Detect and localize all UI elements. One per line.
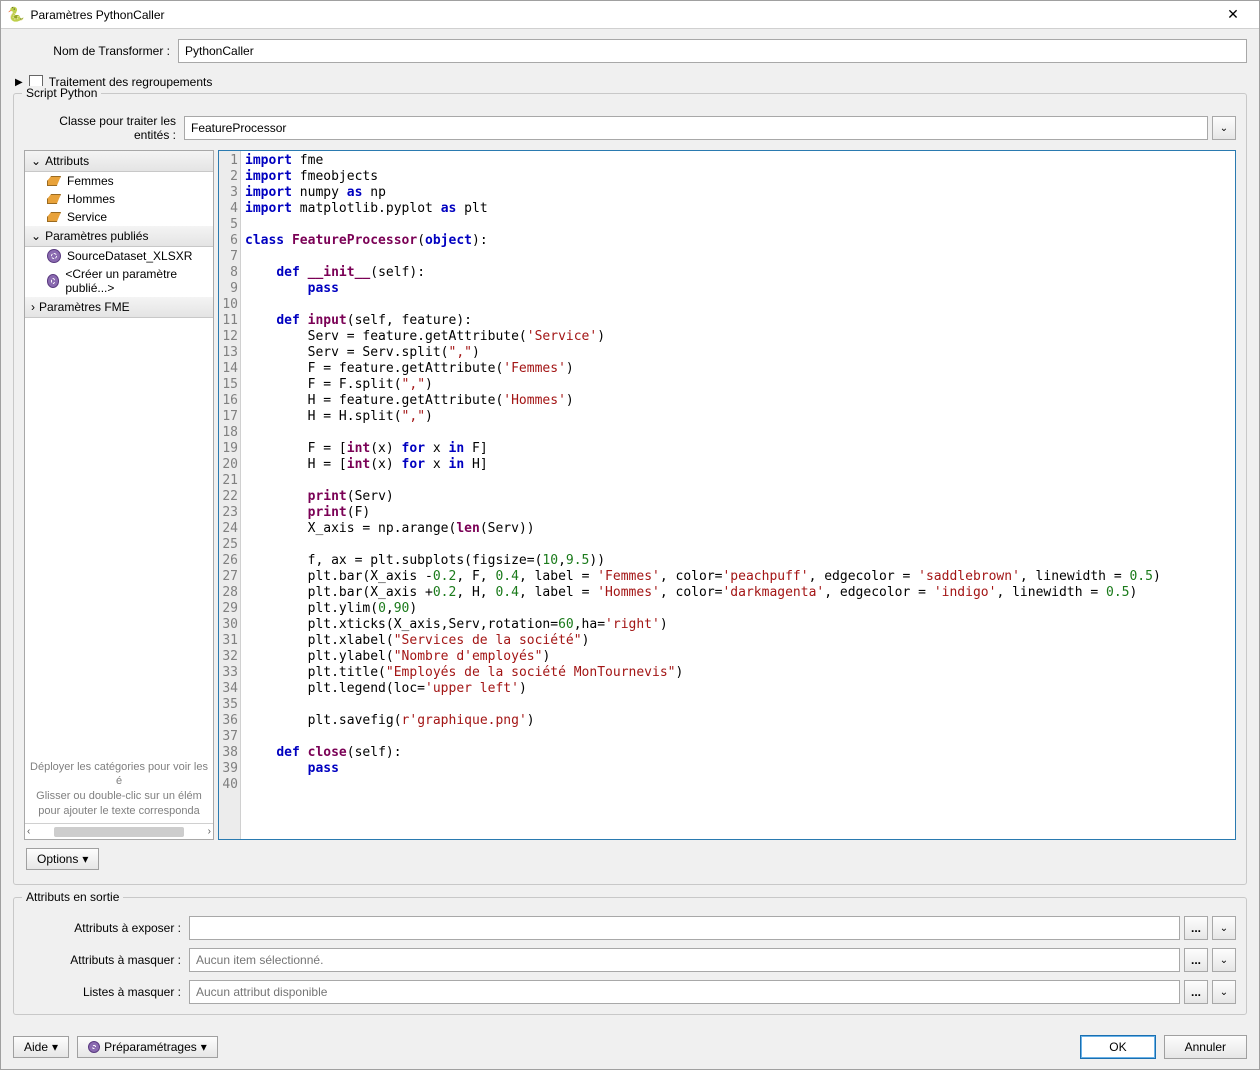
sidebar-param-create[interactable]: <Créer un paramètre publié...> bbox=[25, 265, 213, 297]
output-groupbox: Attributs en sortie Attributs à exposer … bbox=[13, 897, 1247, 1015]
presets-button[interactable]: Préparamétrages ▾ bbox=[77, 1036, 218, 1058]
chevron-down-icon: ⌄ bbox=[1220, 123, 1228, 134]
class-dropdown-button[interactable]: ⌄ bbox=[1212, 116, 1236, 140]
hide-lists-dropdown-button[interactable]: ⌄ bbox=[1212, 980, 1236, 1004]
titlebar: 🐍 Paramètres PythonCaller ✕ bbox=[1, 1, 1259, 29]
line-gutter: 1 2 3 4 5 6 7 8 9 10 11 12 13 14 15 16 1… bbox=[219, 151, 241, 839]
script-group-title: Script Python bbox=[22, 86, 101, 100]
caret-down-icon: ▾ bbox=[52, 1040, 58, 1054]
sidebar-hint: Déployer les catégories pour voir les é … bbox=[25, 754, 213, 823]
scroll-right-icon: › bbox=[208, 826, 211, 837]
hide-attrs-label: Attributs à masquer : bbox=[24, 953, 189, 967]
expose-ellipsis-button[interactable]: ... bbox=[1184, 916, 1208, 940]
parameter-icon bbox=[47, 274, 59, 288]
transformer-name-input[interactable] bbox=[178, 39, 1247, 63]
transformer-name-row: Nom de Transformer : bbox=[13, 39, 1247, 63]
parameter-icon bbox=[47, 249, 61, 263]
ellipsis-icon: ... bbox=[1191, 953, 1201, 967]
hide-attrs-ellipsis-button[interactable]: ... bbox=[1184, 948, 1208, 972]
code-editor[interactable]: 1 2 3 4 5 6 7 8 9 10 11 12 13 14 15 16 1… bbox=[218, 150, 1236, 840]
dialog-window: 🐍 Paramètres PythonCaller ✕ Nom de Trans… bbox=[0, 0, 1260, 1070]
sidebar-attr-hommes[interactable]: Hommes bbox=[25, 190, 213, 208]
output-group-title: Attributs en sortie bbox=[22, 890, 123, 904]
chevron-down-icon: ⌄ bbox=[1220, 923, 1228, 934]
close-button[interactable]: ✕ bbox=[1213, 6, 1253, 23]
sidebar: ⌄ Attributs Femmes Hommes Service bbox=[24, 150, 214, 840]
window-title: Paramètres PythonCaller bbox=[30, 8, 164, 22]
chevron-down-icon: ⌄ bbox=[31, 154, 41, 168]
options-button[interactable]: Options ▾ bbox=[26, 848, 99, 870]
chevron-down-icon: ⌄ bbox=[31, 229, 41, 243]
cancel-button[interactable]: Annuler bbox=[1164, 1035, 1247, 1059]
hide-attrs-input[interactable] bbox=[189, 948, 1180, 972]
ellipsis-icon: ... bbox=[1191, 985, 1201, 999]
caret-down-icon: ▾ bbox=[82, 852, 88, 866]
grouping-row[interactable]: ▶ Traitement des regroupements bbox=[15, 75, 1247, 89]
sidebar-attr-femmes[interactable]: Femmes bbox=[25, 172, 213, 190]
hide-lists-label: Listes à masquer : bbox=[24, 985, 189, 999]
sidebar-scrollbar[interactable]: ‹ › bbox=[25, 823, 213, 839]
sidebar-param-source[interactable]: SourceDataset_XLSXR bbox=[25, 247, 213, 265]
dialog-footer: Aide ▾ Préparamétrages ▾ OK Annuler bbox=[1, 1025, 1259, 1069]
attribute-icon bbox=[47, 212, 61, 222]
sidebar-header-attributs[interactable]: ⌄ Attributs bbox=[25, 151, 213, 172]
gear-icon bbox=[88, 1041, 100, 1053]
class-label: Classe pour traiter les entités : bbox=[24, 114, 184, 142]
sidebar-header-fme-params[interactable]: › Paramètres FME bbox=[25, 297, 213, 318]
caret-down-icon: ▾ bbox=[201, 1040, 207, 1054]
app-icon: 🐍 bbox=[7, 6, 24, 23]
sidebar-header-params[interactable]: ⌄ Paramètres publiés bbox=[25, 226, 213, 247]
editor-area: ⌄ Attributs Femmes Hommes Service bbox=[24, 150, 1236, 840]
scroll-thumb[interactable] bbox=[54, 827, 184, 837]
ok-button[interactable]: OK bbox=[1080, 1035, 1155, 1059]
sidebar-attr-service[interactable]: Service bbox=[25, 208, 213, 226]
transformer-name-label: Nom de Transformer : bbox=[13, 44, 178, 58]
ellipsis-icon: ... bbox=[1191, 921, 1201, 935]
scroll-left-icon: ‹ bbox=[27, 826, 30, 837]
chevron-down-icon: ⌄ bbox=[1220, 955, 1228, 966]
expose-dropdown-button[interactable]: ⌄ bbox=[1212, 916, 1236, 940]
script-groupbox: Script Python Classe pour traiter les en… bbox=[13, 93, 1247, 885]
hide-lists-input[interactable] bbox=[189, 980, 1180, 1004]
code-content[interactable]: import fme import fmeobjects import nump… bbox=[241, 151, 1235, 839]
help-button[interactable]: Aide ▾ bbox=[13, 1036, 69, 1058]
class-row: Classe pour traiter les entités : ⌄ bbox=[24, 114, 1236, 142]
expose-input[interactable] bbox=[189, 916, 1180, 940]
class-input[interactable] bbox=[184, 116, 1208, 140]
chevron-right-icon: › bbox=[31, 300, 35, 314]
chevron-down-icon: ⌄ bbox=[1220, 987, 1228, 998]
hide-lists-ellipsis-button[interactable]: ... bbox=[1184, 980, 1208, 1004]
hide-attrs-dropdown-button[interactable]: ⌄ bbox=[1212, 948, 1236, 972]
expose-label: Attributs à exposer : bbox=[24, 921, 189, 935]
attribute-icon bbox=[47, 176, 61, 186]
attribute-icon bbox=[47, 194, 61, 204]
